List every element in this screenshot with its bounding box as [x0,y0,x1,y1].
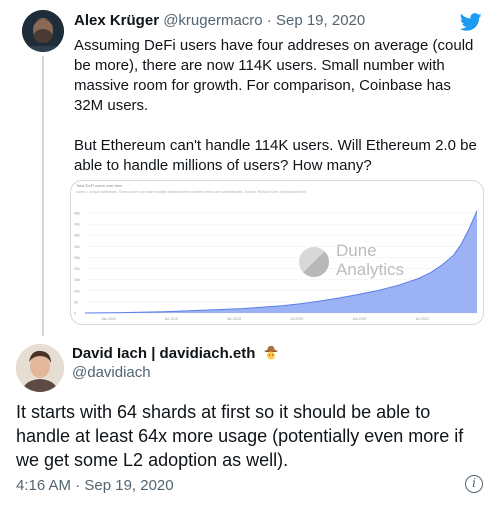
dune-logo-icon [299,247,329,277]
quoted-tweet[interactable]: Alex Krüger @krugermacro · Sep 19, 2020 … [0,0,499,340]
quoted-tweet-header: Alex Krüger @krugermacro · Sep 19, 2020 [74,12,365,29]
info-icon[interactable]: i [465,475,483,493]
tweet-paragraph: Assuming DeFi users have four addreses o… [74,37,474,114]
tweet-date[interactable]: Sep 19, 2020 [276,12,365,29]
x-tick-label: Jan 2019 [101,317,115,321]
thread-connector-line [42,56,44,336]
x-tick-label: Jul 2019 [290,317,303,321]
y-tick-label: 25k [74,256,80,260]
y-tick-label: 45k [74,212,80,216]
watermark-line-1: Dune [336,241,377,260]
reply-author-name[interactable]: David Iach | davidiach.eth [72,345,255,362]
dune-analytics-watermark: Dune Analytics [299,241,429,281]
tweet-paragraph: But Ethereum can't handle 114K users. Wi… [74,137,477,174]
watermark-line-2: Analytics [336,260,405,279]
avatar-photo-icon [22,10,64,52]
separator-dot: · [266,12,272,29]
x-tick-label: Jan 2020 [352,317,366,321]
author-name[interactable]: Alex Krüger [74,12,159,29]
y-tick-label: 15k [74,278,80,282]
alex-kruger-avatar[interactable] [22,10,64,52]
x-tick-label: Jul 2019 [165,317,178,321]
y-tick-label: 30k [74,245,80,249]
quoted-tweet-body: Assuming DeFi users have four addreses o… [74,36,484,196]
avatar-photo-icon [16,344,64,392]
y-tick-label: 20k [74,267,80,271]
cowboy-emoji-icon [263,345,278,360]
x-tick-label: Jan 2020 [227,317,241,321]
y-tick-label: 10k [74,289,80,293]
x-tick-label: Jul 2020 [416,317,429,321]
david-iach-avatar[interactable] [16,344,64,392]
reply-timestamp[interactable]: 4:16 AM · Sep 19, 2020 [16,477,174,494]
y-tick-label: 40k [74,223,80,227]
y-tick-label: 0 [74,312,76,316]
y-tick-label: 5k [74,300,78,304]
reply-author-handle[interactable]: @davidiach [72,364,151,381]
reply-author-name-row[interactable]: David Iach | davidiach.eth [72,344,279,362]
reply-tweet-text: It starts with 64 shards at first so it … [16,402,464,470]
embedded-chart-image[interactable]: Total DeFi users over time Users = uniqu… [70,180,484,325]
twitter-bird-icon[interactable] [458,11,484,33]
y-tick-label: 35k [74,234,80,238]
author-handle[interactable]: @krugermacro [163,12,262,29]
tweet-divider [0,336,499,337]
